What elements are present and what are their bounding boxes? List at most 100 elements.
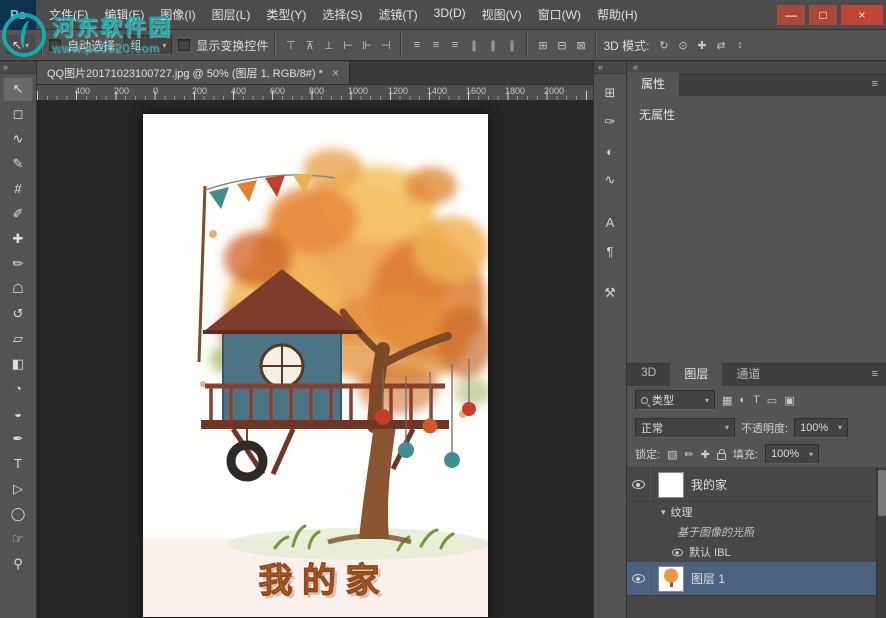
move-tool[interactable]: ↖ — [3, 76, 33, 101]
3d-pan-camera-icon[interactable]: ✚ — [693, 37, 710, 54]
align-left-edges-icon[interactable]: ⊢ — [339, 37, 356, 54]
clone-stamp-tool[interactable]: ☖ — [3, 276, 33, 301]
filter-shape-layers-icon[interactable]: ▭ — [767, 394, 777, 407]
menu-item[interactable]: 滤镜(T) — [371, 4, 424, 25]
tab-channels[interactable]: 通道 — [722, 362, 774, 386]
distribute-bottom-edges-icon[interactable]: ≡ — [446, 37, 463, 54]
menu-item[interactable]: 文件(F) — [42, 4, 95, 25]
menu-item[interactable]: 帮助(H) — [590, 4, 645, 25]
layer-row-wodejia[interactable]: 我的家 — [627, 468, 886, 502]
lock-all-icon[interactable] — [717, 453, 726, 460]
layer-name[interactable]: 基于图像的光照 — [677, 524, 754, 540]
scrollbar-thumb[interactable] — [878, 470, 886, 516]
minimize-button[interactable]: — — [777, 5, 805, 25]
eyedropper-tool[interactable]: ✐ — [3, 201, 33, 226]
auto-select-target-dropdown[interactable]: 组 ▾ — [124, 35, 172, 55]
ellipse-tool[interactable]: ◯ — [3, 501, 33, 526]
dodge-tool[interactable]: ◒ — [3, 401, 33, 426]
distribute-horizontal-centers-icon[interactable]: ∥ — [484, 37, 501, 54]
auto-align-layers-icon[interactable]: ⊞ — [534, 37, 551, 54]
close-button[interactable]: × — [841, 5, 883, 25]
lock-transparency-icon[interactable]: ▨ — [667, 448, 677, 461]
brush-tool[interactable]: ✏ — [3, 251, 33, 276]
path-selection-tool[interactable]: ▷ — [3, 476, 33, 501]
layer-name[interactable]: 我的家 — [691, 476, 727, 493]
filter-smart-objects-icon[interactable]: ▣ — [784, 394, 794, 407]
tab-close-icon[interactable]: × — [332, 66, 339, 80]
auto-blend-layers-icon[interactable]: ⊟ — [553, 37, 570, 54]
quick-selection-tool[interactable]: ✎ — [3, 151, 33, 176]
tab-layers[interactable]: 图层 — [670, 362, 722, 386]
align-bottom-edges-icon[interactable]: ⊥ — [320, 37, 337, 54]
character-panel-icon[interactable]: A — [597, 210, 623, 234]
dock-collapse-icon[interactable]: « — [633, 62, 638, 72]
adjustments-panel-icon[interactable]: ◐ — [597, 139, 623, 163]
filter-pixel-layers-icon[interactable]: ▦ — [722, 394, 732, 407]
align-right-edges-icon[interactable]: ⊣ — [377, 37, 394, 54]
layer-name[interactable]: 纹理 — [671, 504, 693, 520]
tool-presets-panel-icon[interactable]: ⚒ — [597, 281, 623, 305]
fill-dropdown[interactable]: 100% ▾ — [765, 444, 819, 464]
3d-rotate-camera-icon[interactable]: ↻ — [655, 37, 672, 54]
scrollbar-track[interactable] — [876, 468, 886, 618]
align-vertical-centers-icon[interactable]: ⊼ — [301, 37, 318, 54]
layer-row-layer1[interactable]: 图层 1 — [627, 562, 886, 596]
menu-item[interactable]: 窗口(W) — [531, 4, 588, 25]
show-transform-checkbox[interactable] — [178, 39, 190, 51]
auto-select-checkbox[interactable] — [49, 39, 61, 51]
blend-mode-dropdown[interactable]: 正常 ▾ — [635, 418, 735, 438]
crop-tool[interactable]: # — [3, 176, 33, 201]
layer-row-texture[interactable]: ▾ 纹理 — [627, 502, 886, 522]
horizontal-type-tool[interactable]: T — [3, 451, 33, 476]
clone-source-panel-icon[interactable]: ⊞ — [597, 81, 623, 105]
filter-type-layers-icon[interactable]: T — [753, 394, 760, 406]
layer-name[interactable]: 默认 IBL — [689, 544, 731, 560]
dock-expand-icon[interactable]: « — [594, 61, 626, 74]
rectangular-marquee-tool[interactable]: ◻ — [3, 101, 33, 126]
pen-tool[interactable]: ✒ — [3, 426, 33, 451]
histogram-panel-icon[interactable]: ∿ — [597, 168, 623, 192]
align-top-edges-icon[interactable]: ⊤ — [282, 37, 299, 54]
align-horizontal-centers-icon[interactable]: ⊩ — [358, 37, 375, 54]
disclosure-icon[interactable]: ▾ — [661, 507, 666, 518]
visibility-eye-icon[interactable] — [627, 562, 651, 595]
filter-type-dropdown[interactable]: 类型 ▾ — [635, 390, 715, 410]
tool-preset-dropdown[interactable]: ↖ ▾ — [6, 35, 35, 55]
spot-healing-brush-tool[interactable]: ✚ — [3, 226, 33, 251]
toolbar-collapse-icon[interactable]: » — [0, 61, 36, 74]
3d-slide-camera-icon[interactable]: ⇄ — [712, 37, 729, 54]
layer-row-default-ibl[interactable]: 默认 IBL — [627, 542, 886, 562]
history-brush-tool[interactable]: ↺ — [3, 301, 33, 326]
hand-tool[interactable]: ☞ — [3, 526, 33, 551]
tab-3d[interactable]: 3D — [627, 362, 670, 386]
layer-row-ibl-caption[interactable]: 基于图像的光照 — [627, 522, 886, 542]
menu-item[interactable]: 视图(V) — [475, 4, 529, 25]
distribute-right-edges-icon[interactable]: ∥ — [503, 37, 520, 54]
panel-menu-icon[interactable]: ≡ — [872, 368, 878, 380]
eraser-tool[interactable]: ▱ — [3, 326, 33, 351]
visibility-eye-icon[interactable] — [627, 468, 651, 501]
gradient-tool[interactable]: ◧ — [3, 351, 33, 376]
menu-item[interactable]: 编辑(E) — [97, 4, 151, 25]
opacity-dropdown[interactable]: 100% ▾ — [794, 418, 848, 438]
layer-thumbnail[interactable] — [658, 566, 684, 592]
lock-position-icon[interactable]: ✚ — [701, 448, 710, 461]
arrange-layers-icon[interactable]: ⊠ — [572, 37, 589, 54]
filter-adjustment-layers-icon[interactable]: ◐ — [739, 394, 746, 406]
layer-name[interactable]: 图层 1 — [691, 570, 725, 587]
menu-item[interactable]: 类型(Y) — [259, 4, 313, 25]
document-tab[interactable]: QQ图片20171023100727.jpg @ 50% (图层 1, RGB/… — [37, 61, 350, 84]
layer-thumbnail[interactable] — [658, 472, 684, 498]
menu-item[interactable]: 图层(L) — [205, 4, 258, 25]
lock-pixels-icon[interactable]: ✏ — [684, 448, 693, 461]
paragraph-panel-icon[interactable]: ¶ — [597, 239, 623, 263]
blur-tool[interactable]: ◔ — [3, 376, 33, 401]
panel-menu-icon[interactable]: ≡ — [872, 78, 878, 90]
canvas-area[interactable]: 我 的 家 我 的 家 — [37, 101, 593, 618]
distribute-left-edges-icon[interactable]: ∥ — [465, 37, 482, 54]
3d-zoom-camera-icon[interactable]: ↕ — [731, 37, 748, 54]
zoom-tool[interactable]: ⚲ — [3, 551, 33, 576]
maximize-button[interactable]: □ — [809, 5, 837, 25]
brush-presets-panel-icon[interactable]: ✑ — [597, 110, 623, 134]
menu-item[interactable]: 选择(S) — [315, 4, 369, 25]
